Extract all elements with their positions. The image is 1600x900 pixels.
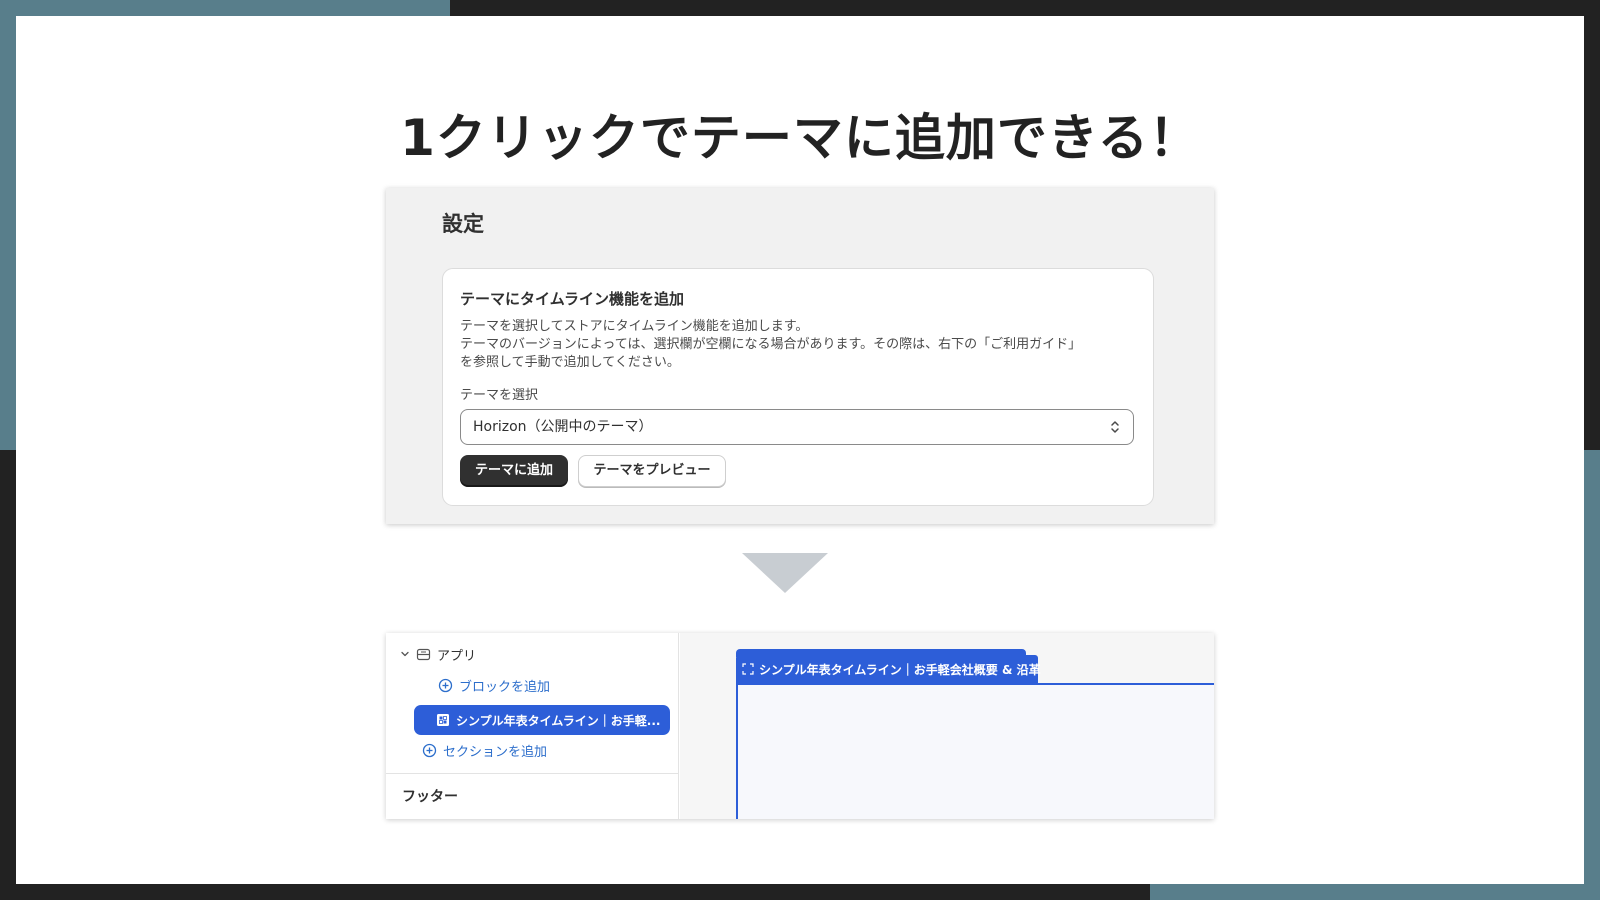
theme-select-label: テーマを選択 (460, 388, 539, 403)
slide-headline: 1クリックでテーマに追加できる！ (400, 109, 1200, 167)
tree-item-app-label: アプリ (437, 648, 477, 664)
add-timeline-card: テーマにタイムライン機能を追加 テーマを選択してストアにタイムライン機能を追加し… (442, 268, 1154, 506)
description-line: を参照して手動で追加してください。 (460, 355, 680, 370)
editor-sidebar: アプリ ブロックを追加 シンプル年表タイムライン｜お手軽... セクションを追加… (386, 633, 679, 819)
preview-block-tab-label: シンプル年表タイムライン｜お手軽会社概要 & 沿革 (759, 662, 1041, 677)
chevron-down-icon[interactable] (400, 649, 410, 659)
card-description: テーマを選択してストアにタイムライン機能を追加します。 テーマのバージョンによっ… (460, 318, 1140, 372)
add-section-link[interactable]: セクションを追加 (422, 741, 547, 760)
add-block-label: ブロックを追加 (459, 680, 551, 695)
plus-circle-icon (438, 678, 453, 693)
sidebar-divider (386, 773, 678, 774)
add-section-label: セクションを追加 (443, 745, 548, 760)
preview-theme-button[interactable]: テーマをプレビュー (578, 455, 726, 487)
block-icon (437, 714, 449, 726)
tree-group-footer[interactable]: フッター (402, 786, 458, 806)
app-section-icon (416, 648, 431, 660)
plus-circle-icon (422, 743, 437, 758)
preview-block-frame[interactable] (736, 683, 1214, 819)
slide: 1クリックでテーマに追加できる！ 設定 テーマにタイムライン機能を追加 テーマを… (16, 16, 1584, 884)
settings-screenshot: 設定 テーマにタイムライン機能を追加 テーマを選択してストアにタイムライン機能を… (386, 188, 1214, 524)
theme-select[interactable]: Horizon（公開中のテーマ） (460, 409, 1134, 445)
add-block-link[interactable]: ブロックを追加 (438, 676, 550, 695)
tree-item-timeline-block[interactable]: シンプル年表タイムライン｜お手軽... (414, 705, 670, 735)
select-chevron-icon (1111, 421, 1119, 433)
preview-block-tab[interactable]: シンプル年表タイムライン｜お手軽会社概要 & 沿革 (736, 655, 1041, 683)
block-outline-icon (742, 663, 754, 675)
editor-screenshot: アプリ ブロックを追加 シンプル年表タイムライン｜お手軽... セクションを追加… (386, 633, 1214, 819)
tree-item-app[interactable]: アプリ (400, 645, 477, 664)
theme-preview-pane: シンプル年表タイムライン｜お手軽会社概要 & 沿革 (680, 633, 1214, 819)
add-to-theme-button[interactable]: テーマに追加 (460, 455, 568, 487)
description-line: テーマを選択してストアにタイムライン機能を追加します。 (460, 319, 809, 334)
theme-select-value: Horizon（公開中のテーマ） (473, 419, 653, 435)
arrow-down-icon (742, 553, 828, 593)
timeline-block-label: シンプル年表タイムライン｜お手軽... (456, 713, 661, 728)
description-line: テーマのバージョンによっては、選択欄が空欄になる場合があります。その際は、右下の… (460, 337, 1082, 352)
settings-title: 設定 (442, 212, 484, 236)
card-heading: テーマにタイムライン機能を追加 (460, 290, 684, 308)
